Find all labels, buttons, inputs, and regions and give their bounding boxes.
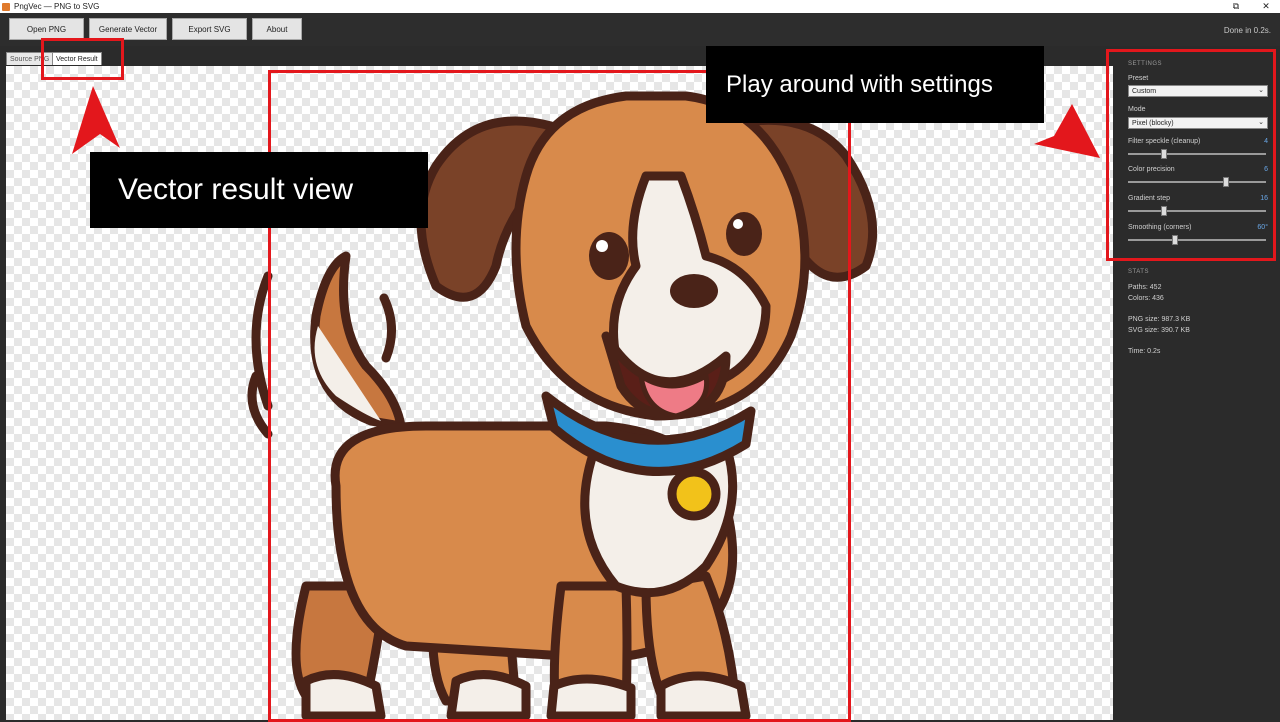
window-title: PngVec — PNG to SVG bbox=[14, 2, 100, 11]
stats-header: STATS bbox=[1128, 269, 1149, 275]
motion-line bbox=[251, 271, 273, 411]
app-icon bbox=[2, 2, 10, 11]
export-svg-button[interactable]: Export SVG bbox=[172, 18, 247, 40]
generate-vector-button[interactable]: Generate Vector bbox=[89, 18, 167, 40]
stat-svg-size: SVG size: 390.7 KB bbox=[1128, 327, 1190, 334]
restore-window-icon[interactable]: ⧉ bbox=[1222, 0, 1250, 13]
title-bar: PngVec — PNG to SVG ⧉ ✕ bbox=[0, 0, 1280, 13]
stat-colors: Colors: 436 bbox=[1128, 295, 1164, 302]
toolbar: Open PNG Generate Vector Export SVG Abou… bbox=[0, 13, 1280, 46]
status-text: Done in 0.2s. bbox=[1223, 26, 1271, 35]
stat-png-size: PNG size: 987.3 KB bbox=[1128, 316, 1191, 323]
settings-highlight-box bbox=[1106, 49, 1276, 261]
arrow-up-icon bbox=[72, 86, 120, 154]
close-window-icon[interactable]: ✕ bbox=[1252, 0, 1280, 13]
stat-paths: Paths: 452 bbox=[1128, 284, 1162, 291]
tab-highlight-box bbox=[41, 38, 124, 80]
settings-callout: Play around with settings bbox=[706, 46, 1044, 123]
about-button[interactable]: About bbox=[252, 18, 302, 40]
open-png-button[interactable]: Open PNG bbox=[9, 18, 84, 40]
vector-result-callout: Vector result view bbox=[90, 152, 428, 228]
stat-time: Time: 0.2s bbox=[1128, 348, 1161, 355]
